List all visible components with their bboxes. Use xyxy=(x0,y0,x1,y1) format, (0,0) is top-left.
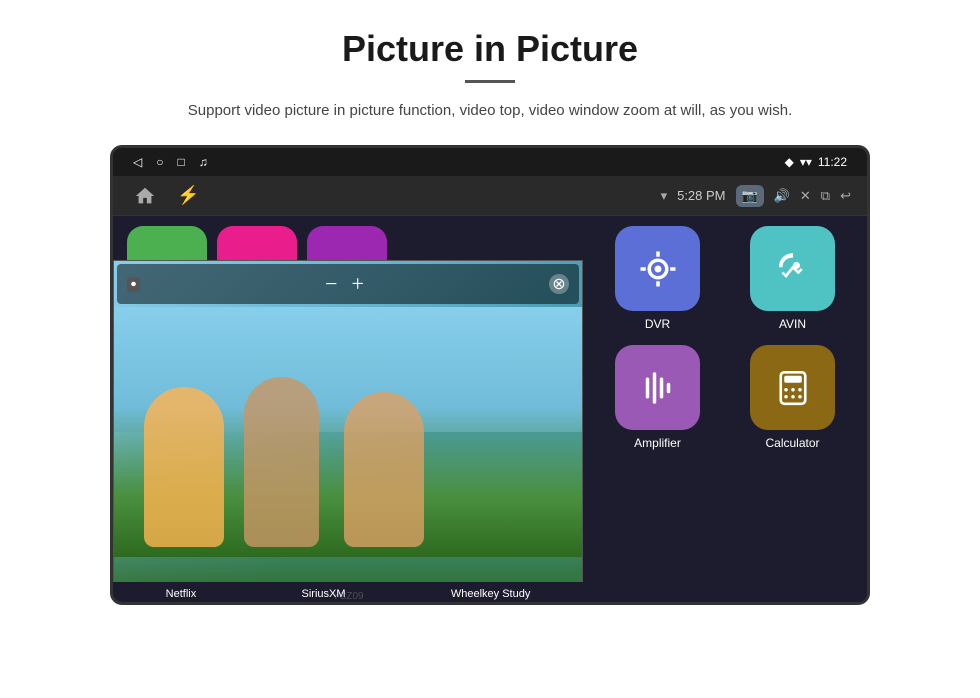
volume-icon[interactable]: 🔊 xyxy=(774,188,790,204)
status-bar-left: ◁ ○ □ ♫ xyxy=(133,155,208,169)
avin-app-item: AVIN xyxy=(732,226,853,331)
amplifier-label: Amplifier xyxy=(634,436,681,450)
nav-right: ▾ 5:28 PM 📷 🔊 ✕ ⧉ ↩ xyxy=(661,185,851,207)
amplifier-app-item: Amplifier xyxy=(597,345,718,450)
device-frame: ◁ ○ □ ♫ ◆ ▾▾ 11:22 ⚡ ▾ xyxy=(110,145,870,605)
wifi-nav-icon: ▾ xyxy=(661,188,668,204)
wifi-icon: ▾▾ xyxy=(800,155,812,169)
back-icon[interactable]: ◁ xyxy=(133,155,142,169)
zoom-in-btn[interactable]: + xyxy=(352,271,364,297)
location-icon: ◆ xyxy=(785,155,794,169)
close-nav-icon[interactable]: ✕ xyxy=(800,188,811,204)
netflix-label: Netflix xyxy=(166,588,197,600)
page-subtitle: Support video picture in picture functio… xyxy=(188,99,792,123)
dvr-app-item: DVR xyxy=(597,226,718,331)
vc-center: − + xyxy=(325,271,364,297)
video-pip-area: ⏺ − + ⊗ xyxy=(113,216,583,605)
nav-time: 5:28 PM xyxy=(677,188,725,203)
video-record-icon: ⏺ xyxy=(127,277,140,292)
dvr-label: DVR xyxy=(645,317,670,331)
clock: 11:22 xyxy=(818,155,847,169)
music-icon[interactable]: ♫ xyxy=(199,155,208,169)
apps-grid: DVR AVIN xyxy=(583,216,867,605)
calculator-label: Calculator xyxy=(765,436,819,450)
nav-bar: ⚡ ▾ 5:28 PM 📷 🔊 ✕ ⧉ ↩ xyxy=(113,176,867,216)
status-bar: ◁ ○ □ ♫ ◆ ▾▾ 11:22 xyxy=(113,148,867,176)
video-content xyxy=(114,307,582,557)
calculator-icon[interactable] xyxy=(750,345,835,430)
main-content: ⏺ − + ⊗ xyxy=(113,216,867,605)
avin-icon[interactable] xyxy=(750,226,835,311)
vc-left: ⏺ xyxy=(127,277,140,292)
zoom-out-btn[interactable]: − xyxy=(325,271,337,297)
video-close-btn[interactable]: ⊗ xyxy=(549,274,569,294)
calculator-app-item: Calculator xyxy=(732,345,853,450)
status-bar-right: ◆ ▾▾ 11:22 xyxy=(785,155,847,169)
page-wrapper: Picture in Picture Support video picture… xyxy=(0,0,980,605)
nav-left: ⚡ xyxy=(129,180,199,212)
home-icon[interactable]: ○ xyxy=(156,155,163,169)
wheelkey-label: Wheelkey Study xyxy=(451,588,530,600)
usb-icon: ⚡ xyxy=(177,185,199,206)
recents-icon[interactable]: □ xyxy=(177,155,184,169)
watermark: YCZ09 xyxy=(332,591,363,602)
title-divider xyxy=(465,80,515,83)
back-nav-icon[interactable]: ↩ xyxy=(840,188,851,204)
video-player[interactable]: ⏺ − + ⊗ xyxy=(113,260,583,605)
avin-label: AVIN xyxy=(779,317,806,331)
dvr-icon[interactable] xyxy=(615,226,700,311)
video-controls-bar: ⏺ − + ⊗ xyxy=(117,264,579,304)
home-button[interactable] xyxy=(129,180,161,212)
page-title: Picture in Picture xyxy=(342,28,638,70)
camera-button[interactable]: 📷 xyxy=(736,185,764,207)
amplifier-icon[interactable] xyxy=(615,345,700,430)
pip-icon[interactable]: ⧉ xyxy=(821,188,830,204)
